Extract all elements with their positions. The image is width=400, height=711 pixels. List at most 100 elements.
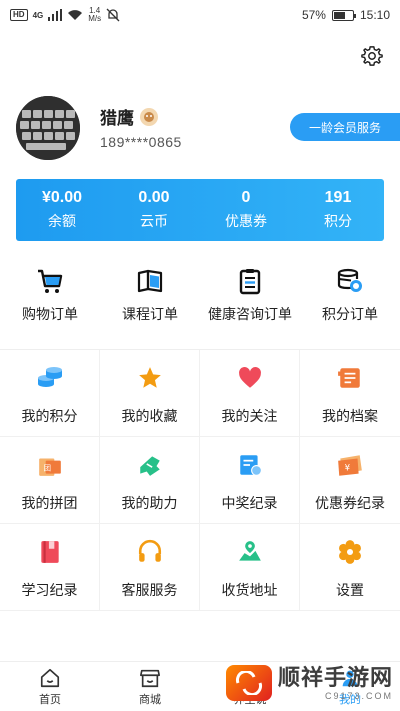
grid-label: 我的收藏 xyxy=(121,408,178,424)
grid-label: 我的拼团 xyxy=(21,495,78,511)
status-bar: HD 4G 1.4 M/s 57% 15:10 xyxy=(0,0,400,30)
grid-label: 收货地址 xyxy=(221,582,278,598)
tab-discover[interactable]: 养生说 xyxy=(200,662,300,711)
grid-item-coupon-record[interactable]: ¥ 优惠券纪录 xyxy=(300,437,400,524)
star-icon xyxy=(136,364,164,392)
home-icon xyxy=(39,667,61,689)
stat-label: 余额 xyxy=(48,213,76,229)
orders-row: 购物订单 课程订单 健康咨询订单 积分订单 xyxy=(0,266,400,330)
battery-fill xyxy=(333,11,346,19)
clipboard-icon xyxy=(235,266,265,296)
speed-unit: M/s xyxy=(88,14,102,23)
wallet-stats-card: ¥0.00 余额 0.00 云币 0 优惠券 191 积分 xyxy=(16,179,384,241)
order-course[interactable]: 课程订单 xyxy=(100,266,200,330)
grid-label: 我的积分 xyxy=(21,408,78,424)
signal-label: 4G xyxy=(32,10,44,20)
grid-label: 设置 xyxy=(336,582,364,598)
settings-flower-icon xyxy=(336,538,364,566)
grid-label: 客服服务 xyxy=(121,582,178,598)
tab-label: 养生说 xyxy=(233,693,267,706)
member-service-button[interactable]: 一龄会员服务 xyxy=(290,113,400,141)
coupon-icon: ¥ xyxy=(336,451,364,479)
grid-label: 我的关注 xyxy=(221,408,278,424)
grid-label: 我的助力 xyxy=(121,495,178,511)
signal-icon xyxy=(48,9,63,21)
boost-icon xyxy=(136,451,164,479)
prize-record-icon xyxy=(236,451,264,479)
phone-number: 189****0865 xyxy=(100,134,182,150)
profile-icon xyxy=(339,667,361,689)
tab-label: 首页 xyxy=(39,693,61,706)
grid-item-study-record[interactable]: 学习纪录 xyxy=(0,524,100,611)
heart-icon xyxy=(236,364,264,392)
grid-item-settings[interactable]: 设置 xyxy=(300,524,400,611)
folder-icon xyxy=(336,364,364,392)
member-level-icon xyxy=(140,107,158,126)
stat-label: 积分 xyxy=(324,213,352,229)
order-label: 课程订单 xyxy=(122,306,178,322)
tab-home[interactable]: 首页 xyxy=(0,662,100,711)
grid-item-shipping-address[interactable]: 收货地址 xyxy=(200,524,300,611)
nickname: 猎鹰 xyxy=(100,109,134,128)
headset-icon xyxy=(136,538,164,566)
tab-label: 我的 xyxy=(339,693,361,706)
grid-item-my-follows[interactable]: 我的关注 xyxy=(200,350,300,437)
grid-item-my-group-buy[interactable]: 团 我的拼团 xyxy=(0,437,100,524)
wifi-icon xyxy=(68,10,83,20)
book-icon xyxy=(135,266,165,296)
stat-coupons[interactable]: 0 优惠券 xyxy=(200,179,292,241)
gear-icon xyxy=(361,46,383,66)
mute-bell-icon xyxy=(106,8,120,22)
stat-label: 云币 xyxy=(140,213,168,229)
grid-item-customer-service[interactable]: 客服服务 xyxy=(100,524,200,611)
coins-icon xyxy=(36,364,64,392)
settings-button[interactable] xyxy=(360,44,384,68)
grid-label: 中奖纪录 xyxy=(221,495,278,511)
tab-label: 商城 xyxy=(139,693,161,706)
status-right: 57% 15:10 xyxy=(302,8,390,22)
cart-icon xyxy=(35,266,65,296)
discover-icon xyxy=(239,667,261,689)
feature-grid: 我的积分 我的收藏 我的关注 我的档案 团 我的拼团 我的助力 中奖纪录 ¥ 优… xyxy=(0,350,400,611)
stat-value: 0.00 xyxy=(138,189,170,206)
grid-item-my-points[interactable]: 我的积分 xyxy=(0,350,100,437)
network-speed: 1.4 M/s xyxy=(88,7,101,23)
tab-profile[interactable]: 我的 xyxy=(300,662,400,711)
grid-item-my-favorites[interactable]: 我的收藏 xyxy=(100,350,200,437)
grid-label: 学习纪录 xyxy=(21,582,78,598)
battery-percent: 57% xyxy=(301,8,326,22)
order-shopping[interactable]: 购物订单 xyxy=(0,266,100,330)
order-health-consult[interactable]: 健康咨询订单 xyxy=(200,266,300,330)
battery-icon xyxy=(331,9,356,21)
grid-label: 优惠券纪录 xyxy=(315,495,385,511)
stat-value: 0 xyxy=(241,189,251,206)
order-label: 积分订单 xyxy=(322,306,378,322)
order-label: 购物订单 xyxy=(22,306,78,322)
map-pin-icon xyxy=(236,538,264,566)
avatar-image xyxy=(16,96,80,160)
grid-item-my-boost[interactable]: 我的助力 xyxy=(100,437,200,524)
grid-label: 我的档案 xyxy=(322,408,378,424)
order-points[interactable]: 积分订单 xyxy=(300,266,400,330)
clock: 15:10 xyxy=(359,8,390,22)
study-book-icon xyxy=(36,538,64,566)
coins-stack-icon xyxy=(335,266,365,296)
tab-store[interactable]: 商城 xyxy=(100,662,200,711)
hd-badge: HD xyxy=(10,9,28,21)
grid-item-prize-record[interactable]: 中奖纪录 xyxy=(200,437,300,524)
grid-item-my-archive[interactable]: 我的档案 xyxy=(300,350,400,437)
nickname-row: 猎鹰 xyxy=(100,104,158,129)
avatar[interactable] xyxy=(16,96,80,160)
group-gift-icon: 团 xyxy=(36,451,64,479)
order-label: 健康咨询订单 xyxy=(208,306,292,322)
stat-label: 优惠券 xyxy=(225,213,267,229)
svg-text:团: 团 xyxy=(43,463,51,472)
status-left: HD 4G 1.4 M/s xyxy=(10,7,120,23)
stat-balance[interactable]: ¥0.00 余额 xyxy=(16,179,108,241)
stat-points[interactable]: 191 积分 xyxy=(292,179,384,241)
stat-cloud-coin[interactable]: 0.00 云币 xyxy=(108,179,200,241)
svg-text:¥: ¥ xyxy=(345,463,351,473)
bottom-nav: 首页 商城 养生说 我的 xyxy=(0,661,400,711)
stat-value: 191 xyxy=(324,189,352,206)
stat-value: ¥0.00 xyxy=(41,189,83,206)
